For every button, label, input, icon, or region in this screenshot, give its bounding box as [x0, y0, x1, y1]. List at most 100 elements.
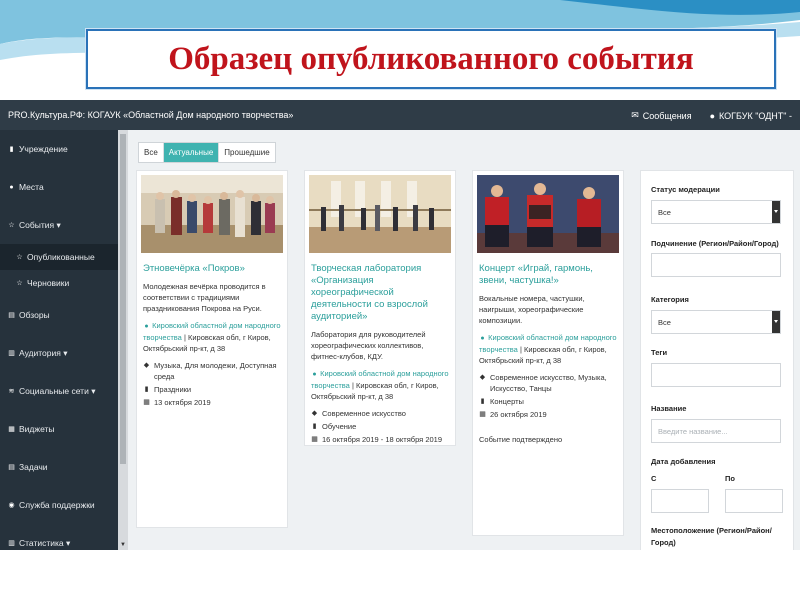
category-label: Категория	[651, 295, 689, 304]
sidebar-item-label: Аудитория ▾	[19, 347, 68, 358]
event-tags-row: ◆ Музыка, Для молодежи, Доступная среда	[137, 360, 287, 382]
tags-label: Теги	[651, 348, 668, 357]
name-label: Название	[651, 404, 687, 413]
top-bar: PRO.Культура.РФ: КОГАУК «Областной Дом н…	[0, 100, 800, 130]
event-description: Молодежная вечёрка проводится в соответс…	[143, 282, 266, 313]
sidebar-item-institution[interactable]: ▮ Учреждение	[0, 130, 118, 168]
sidebar-item-social[interactable]: ≋ Социальные сети ▾	[0, 372, 118, 410]
map-pin-icon: ●	[480, 335, 485, 342]
bar-chart-icon: ▥	[8, 350, 15, 357]
event-status: Событие подтверждено	[479, 435, 563, 444]
building-icon: ▮	[9, 146, 14, 153]
event-tags: Современное искусство	[322, 409, 406, 418]
map-pin-icon: ●	[312, 371, 317, 378]
event-date: 13 октября 2019	[154, 398, 211, 407]
star-icon: ☆	[8, 222, 15, 229]
sidebar-scrollbar[interactable]: ▼	[118, 130, 128, 550]
event-card[interactable]: Этновечёрка «Покров» Молодежная вечёрка …	[136, 170, 288, 528]
tab-current[interactable]: Актуальные	[163, 143, 220, 162]
event-card[interactable]: Концерт «Играй, гармонь, звени, частушка…	[472, 170, 624, 536]
tasks-icon: ▤	[8, 464, 15, 471]
sidebar-item-label: Учреждение	[19, 144, 68, 154]
sidebar-item-label: Социальные сети ▾	[19, 385, 96, 396]
calendar-icon: ▦	[479, 411, 486, 418]
bookmark-icon: ▮	[312, 423, 317, 430]
event-photo	[309, 175, 451, 253]
sidebar-item-reviews[interactable]: ▤ Обзоры	[0, 296, 118, 334]
sidebar-item-support[interactable]: ◉ Служба поддержки	[0, 486, 118, 524]
bookmark-icon: ▮	[144, 386, 149, 393]
sidebar-item-places[interactable]: ● Места	[0, 168, 118, 206]
event-title[interactable]: Концерт «Играй, гармонь, звени, частушка…	[473, 263, 623, 287]
star-icon: ☆	[16, 254, 23, 261]
event-category: Концерты	[490, 397, 524, 406]
tag-icon: ◆	[479, 374, 486, 381]
event-description: Лаборатория для руководителей хореографи…	[311, 330, 426, 361]
sidebar-item-widgets[interactable]: ▦ Виджеты	[0, 410, 118, 448]
user-icon: ●	[709, 110, 716, 121]
tab-all[interactable]: Все	[139, 143, 164, 162]
sidebar-item-label: Виджеты	[19, 424, 55, 434]
site-brand[interactable]: PRO.Культура.РФ: КОГАУК «Областной Дом н…	[8, 110, 293, 120]
tag-icon: ◆	[311, 410, 318, 417]
category-select[interactable]: Все	[651, 310, 781, 334]
sidebar-item-events[interactable]: ☆ События ▾	[0, 206, 118, 244]
messages-link[interactable]: ✉ Сообщения	[631, 110, 691, 121]
account-menu[interactable]: ● КОГБУК "ОДНТ" -	[710, 110, 792, 121]
subordination-input[interactable]	[651, 253, 781, 277]
name-placeholder: Введите название...	[658, 427, 728, 436]
app-screenshot: PRO.Культура.РФ: КОГАУК «Областной Дом н…	[0, 100, 800, 550]
bar-chart-icon: ▥	[8, 540, 15, 547]
sidebar-item-label: Статистика ▾	[19, 537, 71, 548]
sidebar-item-label: Опубликованные	[27, 252, 95, 262]
vk-icon: ≋	[8, 388, 15, 395]
event-title[interactable]: Творческая лаборатория «Организация хоре…	[305, 263, 455, 323]
event-location: ● Кировский областной дом народного твор…	[137, 320, 287, 354]
sidebar-item-tasks[interactable]: ▤ Задачи	[0, 448, 118, 486]
subordination-label: Подчинение (Регион/Район/Город)	[651, 239, 779, 248]
event-card[interactable]: Творческая лаборатория «Организация хоре…	[304, 170, 456, 446]
chat-icon: ◉	[8, 502, 15, 509]
event-tags: Современное искусство, Музыка, Искусство…	[490, 373, 607, 393]
event-date: 16 октября 2019 - 18 октября 2019	[322, 435, 443, 444]
sidebar: ▮ Учреждение ● Места ☆ События ▾ ☆ Опубликов…	[0, 130, 118, 550]
sidebar-item-audience[interactable]: ▥ Аудитория ▾	[0, 334, 118, 372]
widget-icon: ▦	[8, 426, 15, 433]
filter-panel: Статус модерации Все Подчинение (Регион/…	[640, 170, 794, 550]
event-date-row: ▦ 26 октября 2019	[473, 409, 623, 420]
slide-title-box: Образец опубликованного события	[86, 29, 776, 89]
event-category: Праздники	[154, 385, 192, 394]
date-from-input[interactable]	[651, 489, 709, 513]
event-date: 26 октября 2019	[490, 410, 547, 419]
scroll-down-icon[interactable]: ▼	[120, 542, 126, 548]
chevron-down-icon	[772, 311, 780, 333]
scrollbar-thumb[interactable]	[120, 134, 126, 464]
event-location: ● Кировский областной дом народного твор…	[473, 332, 623, 366]
event-category: Обучение	[322, 422, 357, 431]
event-category-row: ▮ Концерты	[473, 396, 623, 407]
sidebar-item-label: Места	[19, 182, 44, 192]
sidebar-item-stats[interactable]: ▥ Статистика ▾	[0, 524, 118, 550]
event-date-row: ▦ 16 октября 2019 - 18 октября 2019	[305, 434, 455, 445]
list-icon: ▤	[8, 312, 15, 319]
tags-input[interactable]	[651, 363, 781, 387]
account-label: КОГБУК "ОДНТ" -	[719, 110, 792, 121]
sidebar-item-published[interactable]: ☆ Опубликованные	[0, 244, 118, 270]
map-pin-icon: ●	[9, 183, 14, 191]
name-input[interactable]: Введите название...	[651, 419, 781, 443]
sidebar-item-drafts[interactable]: ☆ Черновики	[0, 270, 118, 296]
star-icon: ☆	[16, 280, 23, 287]
tag-icon: ◆	[143, 362, 150, 369]
event-category-row: ▮ Обучение	[305, 421, 455, 432]
sidebar-item-label: События ▾	[19, 219, 61, 230]
calendar-icon: ▦	[311, 436, 318, 443]
date-to-input[interactable]	[725, 489, 783, 513]
slide-title: Образец опубликованного события	[168, 40, 694, 77]
tab-past[interactable]: Прошедшие	[219, 143, 274, 162]
messages-label: Сообщения	[642, 110, 692, 121]
event-description: Вокальные номера, частушки, наигрыши, хо…	[479, 294, 585, 325]
date-from-label: С	[651, 474, 657, 483]
sidebar-item-label: Служба поддержки	[19, 500, 95, 510]
moderation-select[interactable]: Все	[651, 200, 781, 224]
event-title[interactable]: Этновечёрка «Покров»	[137, 263, 287, 275]
